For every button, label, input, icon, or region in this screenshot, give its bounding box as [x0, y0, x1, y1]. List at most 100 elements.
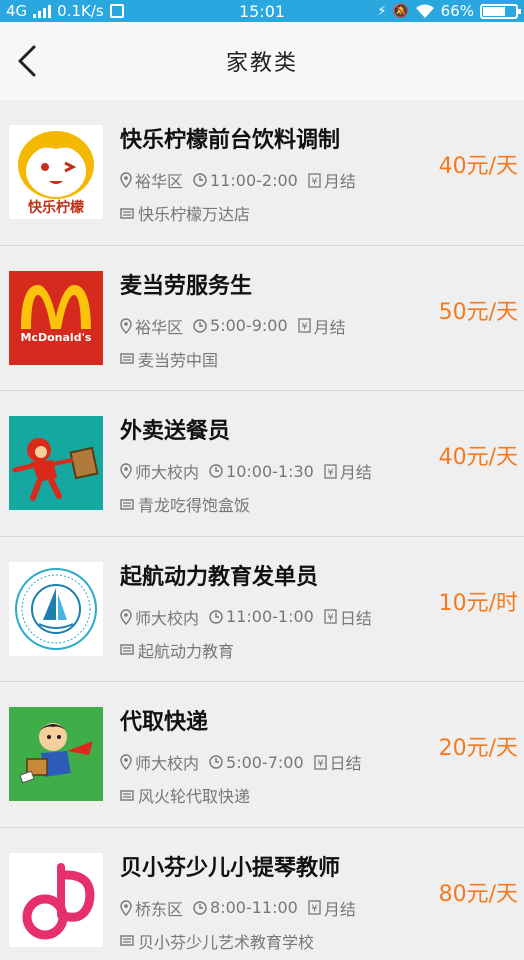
work-hours: 8:00-11:00: [210, 898, 298, 917]
district: 裕华区: [135, 172, 184, 191]
clock-icon: [193, 900, 207, 915]
job-list: 快乐柠檬 快乐柠檬前台饮料调制 裕华区 11:00-2:00 ¥ 月结 快乐柠檬…: [0, 100, 524, 960]
district: 裕华区: [135, 317, 184, 337]
chevron-left-icon: [18, 45, 36, 77]
shop-name: 麦当劳中国: [138, 350, 219, 370]
wage: 20元/天: [438, 736, 518, 761]
job-title: 快乐柠檬前台饮料调制: [120, 128, 341, 153]
job-shop: 风火轮代取快递: [120, 783, 250, 807]
clock-icon: [209, 609, 223, 624]
yuan-icon: ¥: [314, 754, 327, 770]
work-hours: 10:00-1:30: [226, 461, 314, 481]
shop-icon: [120, 935, 134, 946]
shop-icon: [120, 353, 134, 364]
work-hours: 11:00-1:00: [226, 607, 314, 626]
job-row[interactable]: 外卖送餐员 师大校内 10:00-1:30 ¥ 月结 青龙吃得饱盒饭 40元/天: [0, 391, 524, 537]
shop-icon: [120, 789, 134, 801]
job-title: 代取快递: [120, 710, 209, 735]
job-row[interactable]: 起航动力教育发单员 师大校内 11:00-1:00 ¥ 日结 起航动力教育 10…: [0, 536, 524, 682]
network-type: 4G: [6, 2, 28, 20]
job-shop: 麦当劳中国: [120, 347, 218, 371]
logo-text: 快乐柠檬: [28, 200, 84, 216]
settlement: 日结: [329, 754, 362, 773]
mcdonalds-logo: McDonald's: [9, 270, 103, 365]
job-row[interactable]: 快乐柠檬 快乐柠檬前台饮料调制 裕华区 11:00-2:00 ¥ 月结 快乐柠檬…: [0, 100, 524, 246]
yuan-icon: ¥: [324, 463, 337, 479]
svg-text:¥: ¥: [301, 322, 307, 333]
wage: 80元/天: [438, 881, 518, 907]
yuan-icon: ¥: [308, 172, 321, 188]
signal-icon: [33, 4, 52, 18]
clock-icon: [209, 464, 223, 478]
job-shop: 快乐柠檬万达店: [120, 201, 250, 225]
district: 桥东区: [135, 899, 184, 919]
shop-name: 起航动力教育: [138, 641, 235, 661]
location-icon: [120, 754, 132, 770]
logo-text: McDonald's: [20, 330, 92, 344]
job-title: 起航动力教育发单员: [120, 564, 319, 590]
job-meta: 裕华区 5:00-9:00 ¥ 月结: [120, 314, 356, 338]
shop-icon: [120, 207, 134, 219]
status-bar: 4G 0.1K/s 15:01 ⚡ 🔕 66%: [0, 0, 524, 22]
location-icon: [120, 463, 132, 479]
page-title: 家教类: [225, 51, 298, 76]
job-title: 贝小芬少儿小提琴教师: [120, 855, 341, 881]
settlement: 月结: [323, 172, 356, 191]
location-icon: [120, 172, 132, 188]
wifi-icon: [415, 4, 434, 18]
svg-text:¥: ¥: [327, 613, 333, 624]
battery-percent: 66%: [440, 2, 474, 20]
location-icon: [120, 899, 132, 916]
settlement: 日结: [339, 608, 372, 628]
clock-icon: [209, 755, 223, 769]
job-shop: 青龙吃得饱盒饭: [120, 492, 250, 516]
delivery-hero-logo: [9, 416, 103, 510]
network-speed: 0.1K/s: [57, 2, 104, 20]
job-meta: 师大校内 5:00-7:00 ¥ 日结: [120, 750, 372, 774]
clock-icon: [193, 318, 207, 333]
shop-name: 青龙吃得饱盒饭: [138, 496, 251, 515]
work-hours: 5:00-7:00: [226, 752, 304, 772]
job-row[interactable]: McDonald's 麦当劳服务生 裕华区 5:00-9:00 ¥ 月结 麦当劳…: [0, 245, 524, 391]
job-row[interactable]: 贝小芬少儿小提琴教师 桥东区 8:00-11:00 ¥ 月结 贝小芬少儿艺术教育…: [0, 827, 524, 960]
yuan-icon: ¥: [298, 318, 311, 333]
notification-icon: [109, 4, 124, 18]
wage: 40元/天: [438, 445, 518, 470]
location-icon: [120, 608, 132, 625]
yuan-icon: ¥: [308, 900, 321, 915]
job-meta: 师大校内 11:00-1:00 ¥ 日结: [120, 605, 382, 629]
shop-name: 风火轮代取快递: [138, 787, 251, 806]
sailing-education-logo: [9, 561, 103, 656]
district: 师大校内: [135, 463, 200, 482]
wage: 40元/天: [438, 154, 518, 179]
shop-name: 快乐柠檬万达店: [138, 205, 251, 224]
battery-icon: [480, 3, 521, 19]
charging-icon: ⚡: [377, 3, 387, 19]
mute-icon: 🔕: [392, 3, 409, 19]
shop-name: 贝小芬少儿艺术教育学校: [138, 932, 315, 952]
job-shop: 贝小芬少儿艺术教育学校: [120, 929, 314, 953]
work-hours: 11:00-2:00: [210, 170, 298, 190]
wage: 50元/天: [438, 299, 518, 325]
svg-text:¥: ¥: [327, 467, 333, 478]
back-button[interactable]: [10, 41, 50, 81]
work-hours: 5:00-9:00: [210, 316, 288, 335]
district: 师大校内: [135, 754, 200, 773]
svg-text:¥: ¥: [311, 176, 317, 187]
svg-text:¥: ¥: [317, 758, 323, 769]
courier-hero-logo: [9, 707, 103, 801]
job-title: 麦当劳服务生: [120, 273, 253, 299]
location-icon: [120, 317, 132, 334]
settlement: 月结: [313, 317, 346, 337]
happy-lemon-logo: 快乐柠檬: [9, 125, 103, 219]
settlement: 月结: [323, 899, 356, 919]
job-shop: 起航动力教育: [120, 638, 234, 662]
district: 师大校内: [135, 608, 200, 628]
job-title: 外卖送餐员: [120, 419, 231, 444]
settlement: 月结: [339, 463, 372, 482]
nav-header: 家教类: [0, 22, 524, 100]
shop-icon: [120, 644, 134, 655]
job-meta: 裕华区 11:00-2:00 ¥ 月结: [120, 168, 366, 192]
clock-icon: [193, 173, 207, 187]
job-row[interactable]: 代取快递 师大校内 5:00-7:00 ¥ 日结 风火轮代取快递 20元/天: [0, 682, 524, 828]
